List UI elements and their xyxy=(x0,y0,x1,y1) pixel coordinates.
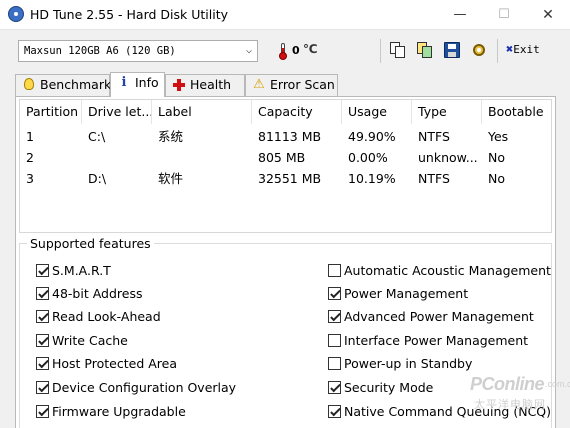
copy-info-icon[interactable] xyxy=(417,42,433,58)
feature-checkbox[interactable] xyxy=(328,381,341,394)
feature-checkbox[interactable] xyxy=(328,310,341,323)
cell-bootable: Yes xyxy=(488,129,509,144)
cell-partition: 2 xyxy=(26,150,34,165)
cell-type: NTFS xyxy=(418,171,450,186)
exit-button[interactable]: ✖Exit xyxy=(506,42,540,56)
feature-checkbox[interactable] xyxy=(328,287,341,300)
cell-bootable: No xyxy=(488,150,505,165)
column-header-drive-letter[interactable]: Drive let... xyxy=(82,100,152,124)
feature-checkbox[interactable] xyxy=(36,405,49,418)
tab-benchmark[interactable]: Benchmark xyxy=(15,74,112,96)
tab-label: Health xyxy=(190,77,232,92)
feature-label: Power-up in Standby xyxy=(344,356,473,371)
feature-checkbox[interactable] xyxy=(36,381,49,394)
feature-label: Device Configuration Overlay xyxy=(52,380,237,395)
close-button[interactable]: ✕ xyxy=(526,0,570,30)
column-header-usage[interactable]: Usage xyxy=(342,100,412,124)
cell-drive-letter: C:\ xyxy=(88,129,106,144)
toolbar-divider xyxy=(380,39,381,63)
tab-strip: Benchmark i Info Health ⚠ Error Scan xyxy=(15,72,555,97)
feature-label: 48-bit Address xyxy=(52,286,143,301)
options-icon[interactable] xyxy=(471,42,487,58)
cell-drive-letter xyxy=(82,147,152,168)
cell-drive-letter: D:\ xyxy=(88,171,107,186)
feature-label: Power Management xyxy=(344,286,469,301)
cell-usage: 49.90% xyxy=(348,129,396,144)
partition-list[interactable]: Partition Drive let... Label Capacity Us… xyxy=(19,99,552,233)
drive-select[interactable]: Maxsun 120GB A6 (120 GB) ⌵ xyxy=(18,40,258,62)
maximize-button[interactable]: ☐ xyxy=(482,0,526,30)
feature-label: Advanced Power Management xyxy=(344,309,534,324)
cell-label: 软件 xyxy=(158,171,184,186)
thermometer-icon xyxy=(279,43,287,60)
cell-partition: 3 xyxy=(26,171,34,186)
watermark-logo: PConline .com.cn 太平洋电脑网 xyxy=(470,374,570,424)
minimize-button[interactable]: — xyxy=(438,0,482,30)
cell-usage: 0.00% xyxy=(348,150,388,165)
feature-checkbox[interactable] xyxy=(36,264,49,277)
feature-checkbox[interactable] xyxy=(36,310,49,323)
feature-label: S.M.A.R.T xyxy=(52,263,111,278)
feature-checkbox[interactable] xyxy=(328,357,341,370)
info-icon: i xyxy=(121,75,127,90)
watermark-sub: 太平洋电脑网 xyxy=(474,399,546,411)
drive-select-value: Maxsun 120GB A6 (120 GB) xyxy=(24,45,176,57)
cell-bootable: No xyxy=(488,171,505,186)
feature-label: Read Look-Ahead xyxy=(52,309,161,324)
health-cross-icon xyxy=(172,78,186,92)
cell-label: 系统 xyxy=(158,129,184,144)
column-header-label[interactable]: Label xyxy=(152,100,252,124)
supported-features-legend: Supported features xyxy=(27,236,154,251)
tab-error-scan[interactable]: ⚠ Error Scan xyxy=(245,74,338,96)
feature-checkbox[interactable] xyxy=(328,334,341,347)
copy-text-icon[interactable] xyxy=(390,42,406,58)
tab-info[interactable]: i Info xyxy=(110,72,165,97)
cell-type: NTFS xyxy=(418,129,450,144)
feature-checkbox[interactable] xyxy=(328,264,341,277)
exit-label: Exit xyxy=(513,43,540,56)
cell-type: unknow... xyxy=(418,150,478,165)
feature-checkbox[interactable] xyxy=(328,405,341,418)
column-header-capacity[interactable]: Capacity xyxy=(252,100,342,124)
watermark-brand: PConline xyxy=(470,374,545,394)
cell-capacity: 32551 MB xyxy=(258,171,322,186)
toolbar-divider xyxy=(497,39,498,63)
lightbulb-icon xyxy=(24,78,34,90)
toolbar: Maxsun 120GB A6 (120 GB) ⌵ 0 ℃ ✖Exit xyxy=(0,31,570,69)
feature-checkbox[interactable] xyxy=(36,357,49,370)
feature-label: Firmware Upgradable xyxy=(52,404,186,419)
cell-label xyxy=(152,147,252,168)
feature-checkbox[interactable] xyxy=(36,287,49,300)
save-icon[interactable] xyxy=(444,42,460,58)
table-row[interactable]: 2 805 MB 0.00% unknow... No xyxy=(20,147,551,168)
watermark-domain: .com.cn xyxy=(545,379,570,389)
tab-label: Info xyxy=(135,75,159,90)
app-disk-icon xyxy=(8,6,24,22)
cell-capacity: 805 MB xyxy=(258,150,306,165)
column-header-bootable[interactable]: Bootable xyxy=(482,100,551,124)
tab-health[interactable]: Health xyxy=(165,74,245,96)
column-header-type[interactable]: Type xyxy=(412,100,482,124)
cell-usage: 10.19% xyxy=(348,171,396,186)
column-header-partition[interactable]: Partition xyxy=(20,100,82,124)
chevron-down-icon: ⌵ xyxy=(245,45,252,56)
temperature-unit: ℃ xyxy=(303,42,318,56)
tab-label: Benchmark xyxy=(40,77,112,92)
title-bar: HD Tune 2.55 - Hard Disk Utility — ☐ ✕ xyxy=(0,0,570,30)
feature-label: Automatic Acoustic Management xyxy=(344,263,551,278)
warning-icon: ⚠ xyxy=(253,77,265,92)
window-title: HD Tune 2.55 - Hard Disk Utility xyxy=(30,7,229,22)
cell-capacity: 81113 MB xyxy=(258,129,322,144)
feature-label: Interface Power Management xyxy=(344,333,529,348)
tab-label: Error Scan xyxy=(270,77,335,92)
table-row[interactable]: 3 D:\ 软件 32551 MB 10.19% NTFS No xyxy=(20,168,551,189)
feature-label: Write Cache xyxy=(52,333,128,348)
cell-partition: 1 xyxy=(26,129,34,144)
table-row[interactable]: 1 C:\ 系统 81113 MB 49.90% NTFS Yes xyxy=(20,126,551,147)
feature-label: Host Protected Area xyxy=(52,356,177,371)
feature-checkbox[interactable] xyxy=(36,334,49,347)
temperature-value: 0 xyxy=(292,44,300,57)
feature-label: Security Mode xyxy=(344,380,434,395)
